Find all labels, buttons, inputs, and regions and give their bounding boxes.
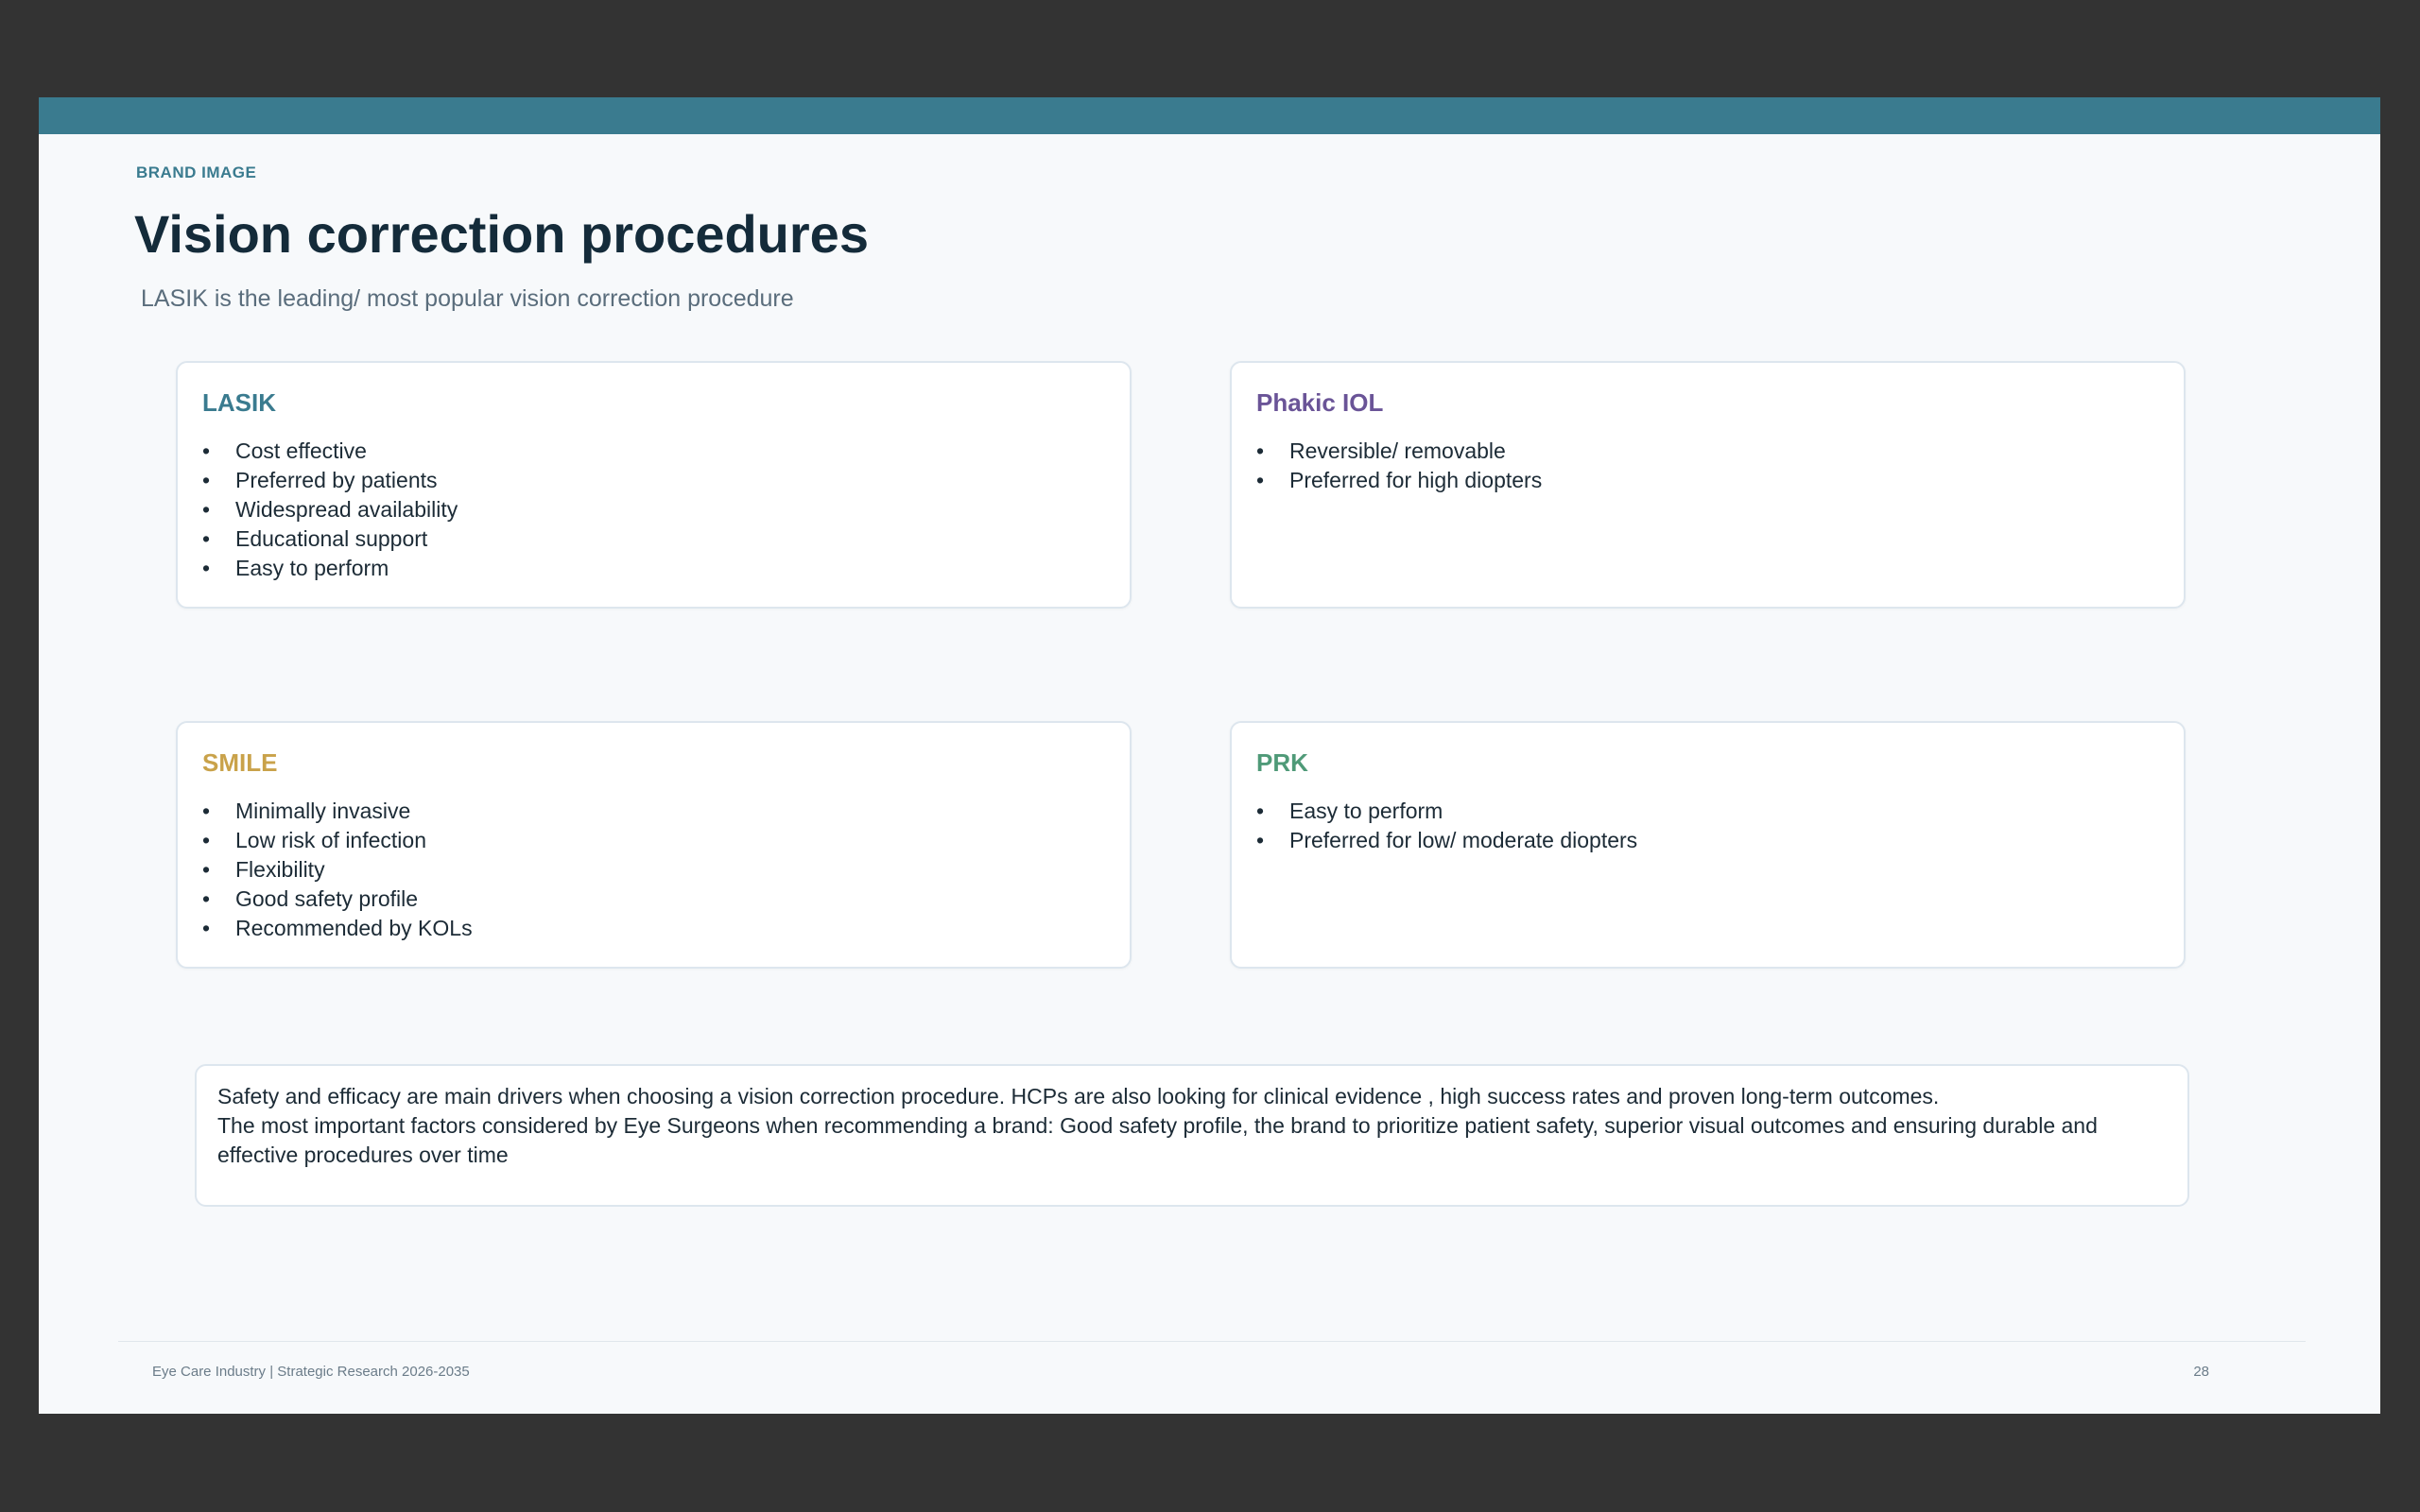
- footer-text: Eye Care Industry | Strategic Research 2…: [152, 1364, 470, 1380]
- list-item: Easy to perform: [1256, 797, 1637, 826]
- card-list-smile: Minimally invasiveLow risk of infectionF…: [202, 797, 473, 943]
- list-item: Low risk of infection: [202, 826, 473, 855]
- list-item: Minimally invasive: [202, 797, 473, 826]
- card-title-phakic-iol: Phakic IOL: [1256, 388, 1384, 417]
- list-item: Educational support: [202, 524, 458, 554]
- list-item: Reversible/ removable: [1256, 437, 1542, 466]
- list-item: Good safety profile: [202, 885, 473, 914]
- card-list-lasik: Cost effectivePreferred by patientsWides…: [202, 437, 458, 583]
- card-list-prk: Easy to performPreferred for low/ modera…: [1256, 797, 1637, 855]
- card-lasik: LASIK Cost effectivePreferred by patient…: [176, 361, 1132, 609]
- page-subtitle: LASIK is the leading/ most popular visio…: [141, 285, 794, 312]
- page-number: 28: [2193, 1364, 2209, 1380]
- slide: BRAND IMAGE Vision correction procedures…: [39, 97, 2380, 1414]
- card-prk: PRK Easy to performPreferred for low/ mo…: [1230, 721, 2186, 969]
- footer-divider: [118, 1341, 2306, 1342]
- card-list-phakic-iol: Reversible/ removablePreferred for high …: [1256, 437, 1542, 495]
- viewer-background: BRAND IMAGE Vision correction procedures…: [0, 0, 2420, 1512]
- list-item: Cost effective: [202, 437, 458, 466]
- summary-line-1: Safety and efficacy are main drivers whe…: [217, 1084, 1940, 1108]
- list-item: Widespread availability: [202, 495, 458, 524]
- list-item: Preferred by patients: [202, 466, 458, 495]
- card-title-prk: PRK: [1256, 748, 1308, 777]
- card-title-smile: SMILE: [202, 748, 278, 777]
- section-label: BRAND IMAGE: [136, 163, 257, 181]
- list-item: Preferred for low/ moderate diopters: [1256, 826, 1637, 855]
- list-item: Preferred for high diopters: [1256, 466, 1542, 495]
- card-smile: SMILE Minimally invasiveLow risk of infe…: [176, 721, 1132, 969]
- list-item: Recommended by KOLs: [202, 914, 473, 943]
- list-item: Easy to perform: [202, 554, 458, 583]
- summary-line-2: The most important factors considered by…: [217, 1113, 2098, 1167]
- slide-top-bar: [39, 97, 2380, 134]
- page-title: Vision correction procedures: [134, 204, 869, 264]
- card-title-lasik: LASIK: [202, 388, 276, 417]
- list-item: Flexibility: [202, 855, 473, 885]
- card-phakic-iol: Phakic IOL Reversible/ removablePreferre…: [1230, 361, 2186, 609]
- summary-box: Safety and efficacy are main drivers whe…: [195, 1064, 2189, 1207]
